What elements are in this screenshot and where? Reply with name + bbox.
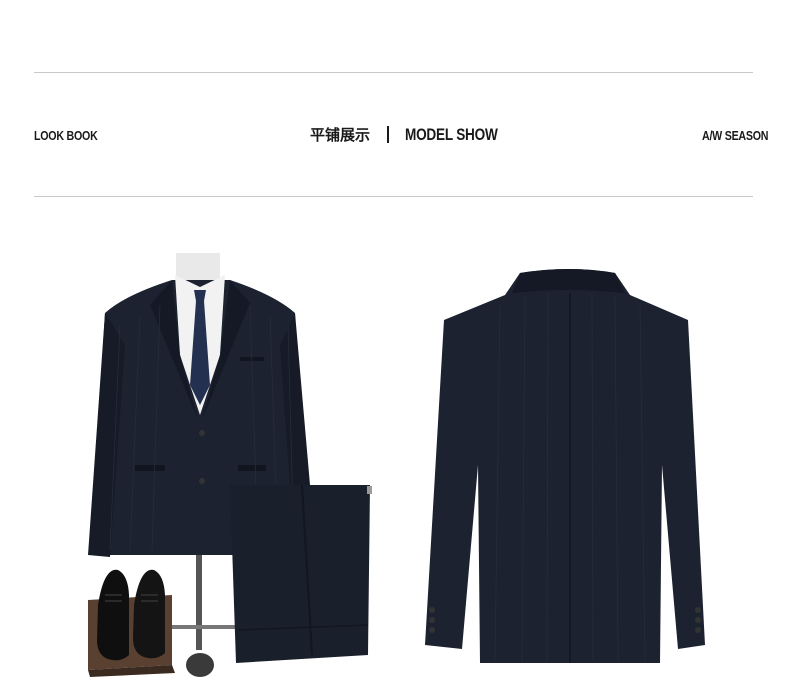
- button-bottom: [199, 478, 205, 484]
- title-separator: [387, 126, 390, 143]
- jacket-back: [425, 269, 705, 663]
- season-label: A/W SEASON: [702, 128, 769, 143]
- suit-front-image: [80, 245, 380, 680]
- look-book-label: LOOK BOOK: [34, 128, 98, 143]
- collar: [512, 269, 625, 293]
- mannequin-neck: [176, 253, 220, 283]
- trousers: [230, 484, 372, 663]
- suit-back-image: [420, 265, 720, 665]
- section-title-cn: 平铺展示: [310, 126, 371, 144]
- mannequin-stand: [196, 550, 202, 650]
- button-top: [199, 430, 205, 436]
- section-title: 平铺展示 MODEL SHOW: [310, 124, 521, 145]
- top-divider: [34, 72, 753, 73]
- bottom-divider: [34, 196, 753, 197]
- section-title-en: MODEL SHOW: [405, 124, 498, 144]
